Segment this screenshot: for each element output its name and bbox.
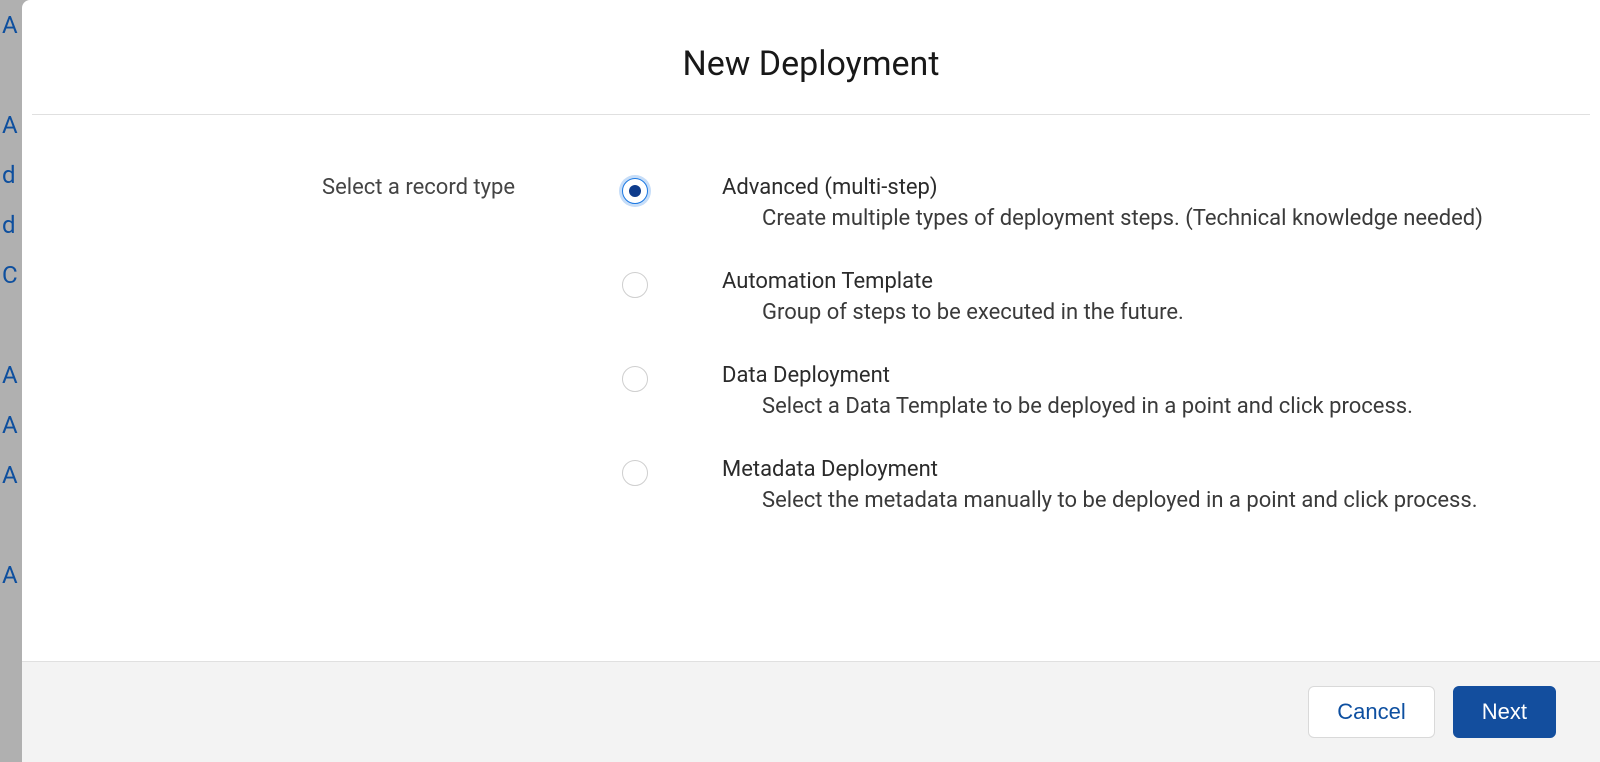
option-title: Advanced (multi-step) (722, 175, 1540, 200)
option-metadata-deployment[interactable]: Metadata Deployment Select the metadata … (622, 457, 1540, 513)
option-title: Automation Template (722, 269, 1540, 294)
option-description: Group of steps to be executed in the fut… (722, 300, 1540, 325)
section-label: Select a record type (82, 175, 582, 200)
record-type-options: Advanced (multi-step) Create multiple ty… (582, 175, 1540, 551)
option-text: Data Deployment Select a Data Template t… (722, 363, 1540, 419)
option-text: Automation Template Group of steps to be… (722, 269, 1540, 325)
radio-automation-template[interactable] (622, 272, 648, 298)
option-description: Select a Data Template to be deployed in… (722, 394, 1540, 419)
radio-wrap (622, 363, 722, 392)
radio-data-deployment[interactable] (622, 366, 648, 392)
modal-footer: Cancel Next (22, 661, 1600, 762)
modal-header: New Deployment (22, 0, 1600, 114)
cancel-button[interactable]: Cancel (1308, 686, 1434, 738)
radio-metadata-deployment[interactable] (622, 460, 648, 486)
radio-wrap (622, 269, 722, 298)
radio-advanced[interactable] (622, 178, 648, 204)
option-data-deployment[interactable]: Data Deployment Select a Data Template t… (622, 363, 1540, 419)
radio-wrap (622, 457, 722, 486)
background-obscured-text: AAddCAAAA (0, 0, 18, 600)
option-title: Metadata Deployment (722, 457, 1540, 482)
modal-body: Select a record type Advanced (multi-ste… (22, 115, 1600, 661)
option-description: Create multiple types of deployment step… (722, 206, 1540, 231)
new-deployment-modal: New Deployment Select a record type Adva… (22, 0, 1600, 762)
option-text: Metadata Deployment Select the metadata … (722, 457, 1540, 513)
option-text: Advanced (multi-step) Create multiple ty… (722, 175, 1540, 231)
option-advanced[interactable]: Advanced (multi-step) Create multiple ty… (622, 175, 1540, 231)
modal-title: New Deployment (42, 44, 1580, 84)
option-automation-template[interactable]: Automation Template Group of steps to be… (622, 269, 1540, 325)
option-title: Data Deployment (722, 363, 1540, 388)
option-description: Select the metadata manually to be deplo… (722, 488, 1540, 513)
radio-wrap (622, 175, 722, 204)
next-button[interactable]: Next (1453, 686, 1556, 738)
